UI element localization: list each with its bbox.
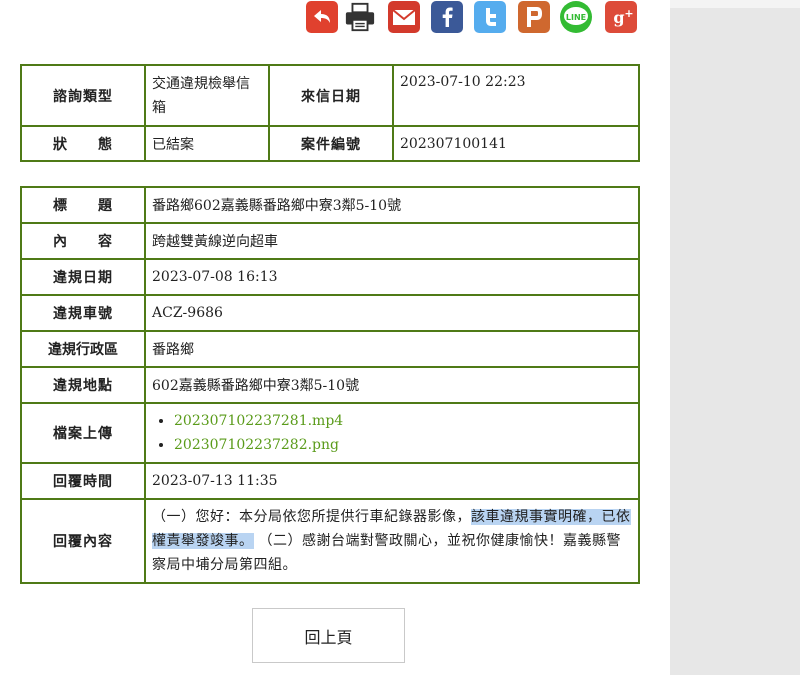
content-value: 跨越雙黃線逆向超車 bbox=[144, 222, 640, 260]
summary-table: 諮詢類型 交通違規檢舉信箱 來信日期 2023-07-10 22:23 狀 態 … bbox=[20, 64, 640, 162]
facebook-icon[interactable] bbox=[431, 1, 463, 33]
svg-text:g: g bbox=[613, 8, 624, 27]
violation-date-value: 2023-07-08 16:13 bbox=[144, 258, 640, 296]
twitter-icon[interactable] bbox=[474, 1, 506, 33]
sidebar-strip bbox=[670, 0, 800, 8]
category-label: 諮詢類型 bbox=[20, 64, 146, 127]
plurk-icon[interactable] bbox=[518, 1, 550, 33]
status-label: 狀 態 bbox=[20, 125, 146, 162]
line-icon[interactable]: LINE bbox=[560, 1, 592, 33]
reply-content: （一）您好：本分局依您所提供行車紀錄器影像，該車違規事實明確，已依權責舉發竣事。… bbox=[144, 498, 640, 584]
svg-text:+: + bbox=[624, 7, 633, 20]
violation-date-label: 違規日期 bbox=[20, 258, 146, 296]
back-arrow-icon[interactable] bbox=[306, 1, 338, 33]
files-label: 檔案上傳 bbox=[20, 402, 146, 464]
content-label: 內 容 bbox=[20, 222, 146, 260]
case-label: 案件編號 bbox=[268, 125, 394, 162]
reply-text-part1: （一）您好：本分局依您所提供行車紀錄器影像， bbox=[152, 509, 471, 525]
file-item: 202307102237281.mp4 bbox=[174, 409, 632, 433]
district-label: 違規行政區 bbox=[20, 330, 146, 368]
print-icon[interactable] bbox=[344, 1, 376, 33]
back-button[interactable]: 回上頁 bbox=[252, 608, 405, 663]
location-label: 違規地點 bbox=[20, 366, 146, 404]
email-icon[interactable] bbox=[388, 1, 420, 33]
district-value: 番路鄉 bbox=[144, 330, 640, 368]
date-label: 來信日期 bbox=[268, 64, 394, 127]
date-value: 2023-07-10 22:23 bbox=[392, 64, 640, 127]
detail-table: 標 題 番路鄉602嘉義縣番路鄉中寮3鄰5-10號 內 容 跨越雙黃線逆向超車 … bbox=[20, 186, 640, 584]
plate-label: 違規車號 bbox=[20, 294, 146, 332]
google-plus-icon[interactable]: g + bbox=[605, 1, 637, 33]
file-link[interactable]: 202307102237281.mp4 bbox=[174, 413, 343, 429]
plate-value: ACZ-9686 bbox=[144, 294, 640, 332]
location-value: 602嘉義縣番路鄉中寮3鄰5-10號 bbox=[144, 366, 640, 404]
case-value: 202307100141 bbox=[392, 125, 640, 162]
right-sidebar bbox=[670, 0, 800, 675]
svg-text:LINE: LINE bbox=[566, 13, 586, 22]
title-value: 番路鄉602嘉義縣番路鄉中寮3鄰5-10號 bbox=[144, 186, 640, 224]
category-value: 交通違規檢舉信箱 bbox=[144, 64, 270, 127]
reply-time-label: 回覆時間 bbox=[20, 462, 146, 500]
status-value: 已結案 bbox=[144, 125, 270, 162]
reply-time-value: 2023-07-13 11:35 bbox=[144, 462, 640, 500]
file-list: 202307102237281.mp4 202307102237282.png bbox=[152, 409, 632, 457]
reply-label: 回覆內容 bbox=[20, 498, 146, 584]
file-item: 202307102237282.png bbox=[174, 433, 632, 457]
file-link[interactable]: 202307102237282.png bbox=[174, 437, 339, 453]
title-label: 標 題 bbox=[20, 186, 146, 224]
files-cell: 202307102237281.mp4 202307102237282.png bbox=[144, 402, 640, 464]
